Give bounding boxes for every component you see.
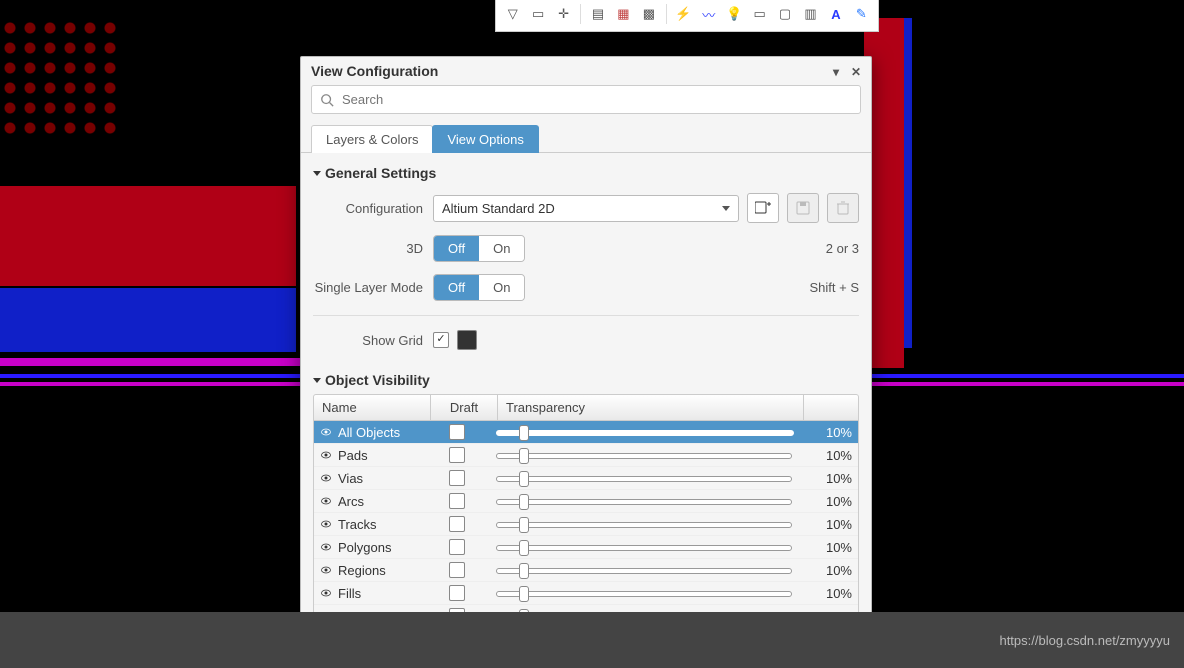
transparency-value: 10% <box>800 422 858 443</box>
object-label: Fills <box>338 586 361 601</box>
transparency-slider[interactable] <box>494 472 794 484</box>
eye-icon[interactable] <box>320 448 332 463</box>
transparency-slider[interactable] <box>494 426 794 438</box>
draft-checkbox[interactable] <box>449 562 465 578</box>
configuration-select[interactable]: Altium Standard 2D <box>433 195 739 222</box>
page-footer: https://blog.csdn.net/zmyyyyu <box>0 612 1184 668</box>
configuration-value: Altium Standard 2D <box>442 201 555 216</box>
section-object-visibility[interactable]: Object Visibility <box>313 366 859 394</box>
chart-icon[interactable]: ▥ <box>800 3 821 25</box>
top-toolbar: ▽ ▭ ✛ ▤ ▦ ▩ ⚡ 〰 💡 ▭ ▢ ▥ A ✎ <box>495 0 879 32</box>
eye-icon[interactable] <box>320 540 332 555</box>
transparency-value: 10% <box>800 468 858 489</box>
wave-icon[interactable]: 〰 <box>698 3 719 25</box>
clipboard-icon[interactable]: ▤ <box>587 3 608 25</box>
eye-icon[interactable] <box>320 425 332 440</box>
chevron-down-icon <box>722 206 730 211</box>
move-icon[interactable]: ✛ <box>553 3 574 25</box>
net-icon[interactable]: ⚡ <box>673 3 694 25</box>
draft-checkbox[interactable] <box>449 516 465 532</box>
mesh-icon[interactable]: ▩ <box>638 3 659 25</box>
transparency-value: 10% <box>800 537 858 558</box>
transparency-value: 10% <box>800 491 858 512</box>
col-name[interactable]: Name <box>314 395 431 420</box>
grid-icon[interactable]: ▦ <box>613 3 634 25</box>
transparency-value: 10% <box>800 514 858 535</box>
transparency-slider[interactable] <box>494 495 794 507</box>
object-label: Arcs <box>338 494 364 509</box>
section-general-settings[interactable]: General Settings <box>313 159 859 187</box>
chevron-down-icon <box>313 171 321 176</box>
draft-checkbox[interactable] <box>449 447 465 463</box>
dialog-title: View Configuration <box>311 63 438 79</box>
filter-icon[interactable]: ▽ <box>502 3 523 25</box>
text-icon[interactable]: A <box>825 3 846 25</box>
draft-checkbox[interactable] <box>449 539 465 555</box>
visibility-row[interactable]: Polygons 10% <box>314 535 858 558</box>
search-field[interactable] <box>340 91 852 108</box>
eye-icon[interactable] <box>320 471 332 486</box>
chevron-down-icon <box>313 378 321 383</box>
object-label: Regions <box>338 563 386 578</box>
visibility-row[interactable]: Tracks 10% <box>314 512 858 535</box>
draft-checkbox[interactable] <box>449 493 465 509</box>
pin-icon[interactable]: ▾ <box>833 65 839 79</box>
transparency-value: 10% <box>800 445 858 466</box>
single-layer-label: Single Layer Mode <box>313 280 433 295</box>
visibility-row[interactable]: All Objects 10% <box>314 421 858 443</box>
close-icon[interactable]: ✕ <box>851 65 861 79</box>
transparency-slider[interactable] <box>494 564 794 576</box>
draft-checkbox[interactable] <box>449 470 465 486</box>
visibility-row[interactable]: Regions 10% <box>314 558 858 581</box>
visibility-row[interactable]: Pads 10% <box>314 443 858 466</box>
object-label: Pads <box>338 448 368 463</box>
search-input[interactable] <box>311 85 861 114</box>
object-label: All Objects <box>338 425 400 440</box>
show-grid-checkbox[interactable] <box>433 332 449 348</box>
transparency-value: 10% <box>800 560 858 581</box>
visibility-row[interactable]: Arcs 10% <box>314 489 858 512</box>
delete-config-button[interactable] <box>827 193 859 223</box>
single-layer-toggle[interactable]: Off On <box>433 274 525 301</box>
visibility-row[interactable]: Vias 10% <box>314 466 858 489</box>
tab-view-options[interactable]: View Options <box>432 125 538 153</box>
col-transparency[interactable]: Transparency <box>498 395 804 420</box>
eye-icon[interactable] <box>320 494 332 509</box>
single-layer-hint: Shift + S <box>789 280 859 295</box>
draft-checkbox[interactable] <box>449 585 465 601</box>
transparency-value: 10% <box>800 583 858 604</box>
transparency-slider[interactable] <box>494 518 794 530</box>
object-label: Polygons <box>338 540 391 555</box>
threed-label: 3D <box>313 241 433 256</box>
eye-icon[interactable] <box>320 563 332 578</box>
grid-color-swatch[interactable] <box>457 330 477 350</box>
layer-icon[interactable]: ▭ <box>749 3 770 25</box>
add-config-button[interactable] <box>747 193 779 223</box>
pen-icon[interactable]: ✎ <box>851 3 872 25</box>
bulb-icon[interactable]: 💡 <box>723 3 744 25</box>
visibility-row[interactable]: Fills 10% <box>314 581 858 604</box>
dialog-scroll[interactable]: General Settings Configuration Altium St… <box>301 153 871 649</box>
object-label: Vias <box>338 471 363 486</box>
search-icon <box>320 93 334 107</box>
eye-icon[interactable] <box>320 586 332 601</box>
eye-icon[interactable] <box>320 517 332 532</box>
view-configuration-dialog: View Configuration ▾ ✕ Layers & Colors V… <box>300 56 872 650</box>
note-icon[interactable]: ▢ <box>774 3 795 25</box>
credit-text: https://blog.csdn.net/zmyyyyu <box>999 633 1170 648</box>
save-config-button[interactable] <box>787 193 819 223</box>
object-label: Tracks <box>338 517 377 532</box>
transparency-slider[interactable] <box>494 541 794 553</box>
show-grid-label: Show Grid <box>313 333 433 348</box>
selection-icon[interactable]: ▭ <box>527 3 548 25</box>
transparency-slider[interactable] <box>494 449 794 461</box>
tab-layers-colors[interactable]: Layers & Colors <box>311 125 433 153</box>
configuration-label: Configuration <box>313 201 433 216</box>
threed-toggle[interactable]: Off On <box>433 235 525 262</box>
transparency-slider[interactable] <box>494 587 794 599</box>
draft-checkbox[interactable] <box>449 424 465 440</box>
threed-hint: 2 or 3 <box>789 241 859 256</box>
grid-header: Name Draft Transparency <box>313 394 859 421</box>
col-draft[interactable]: Draft <box>431 395 498 420</box>
